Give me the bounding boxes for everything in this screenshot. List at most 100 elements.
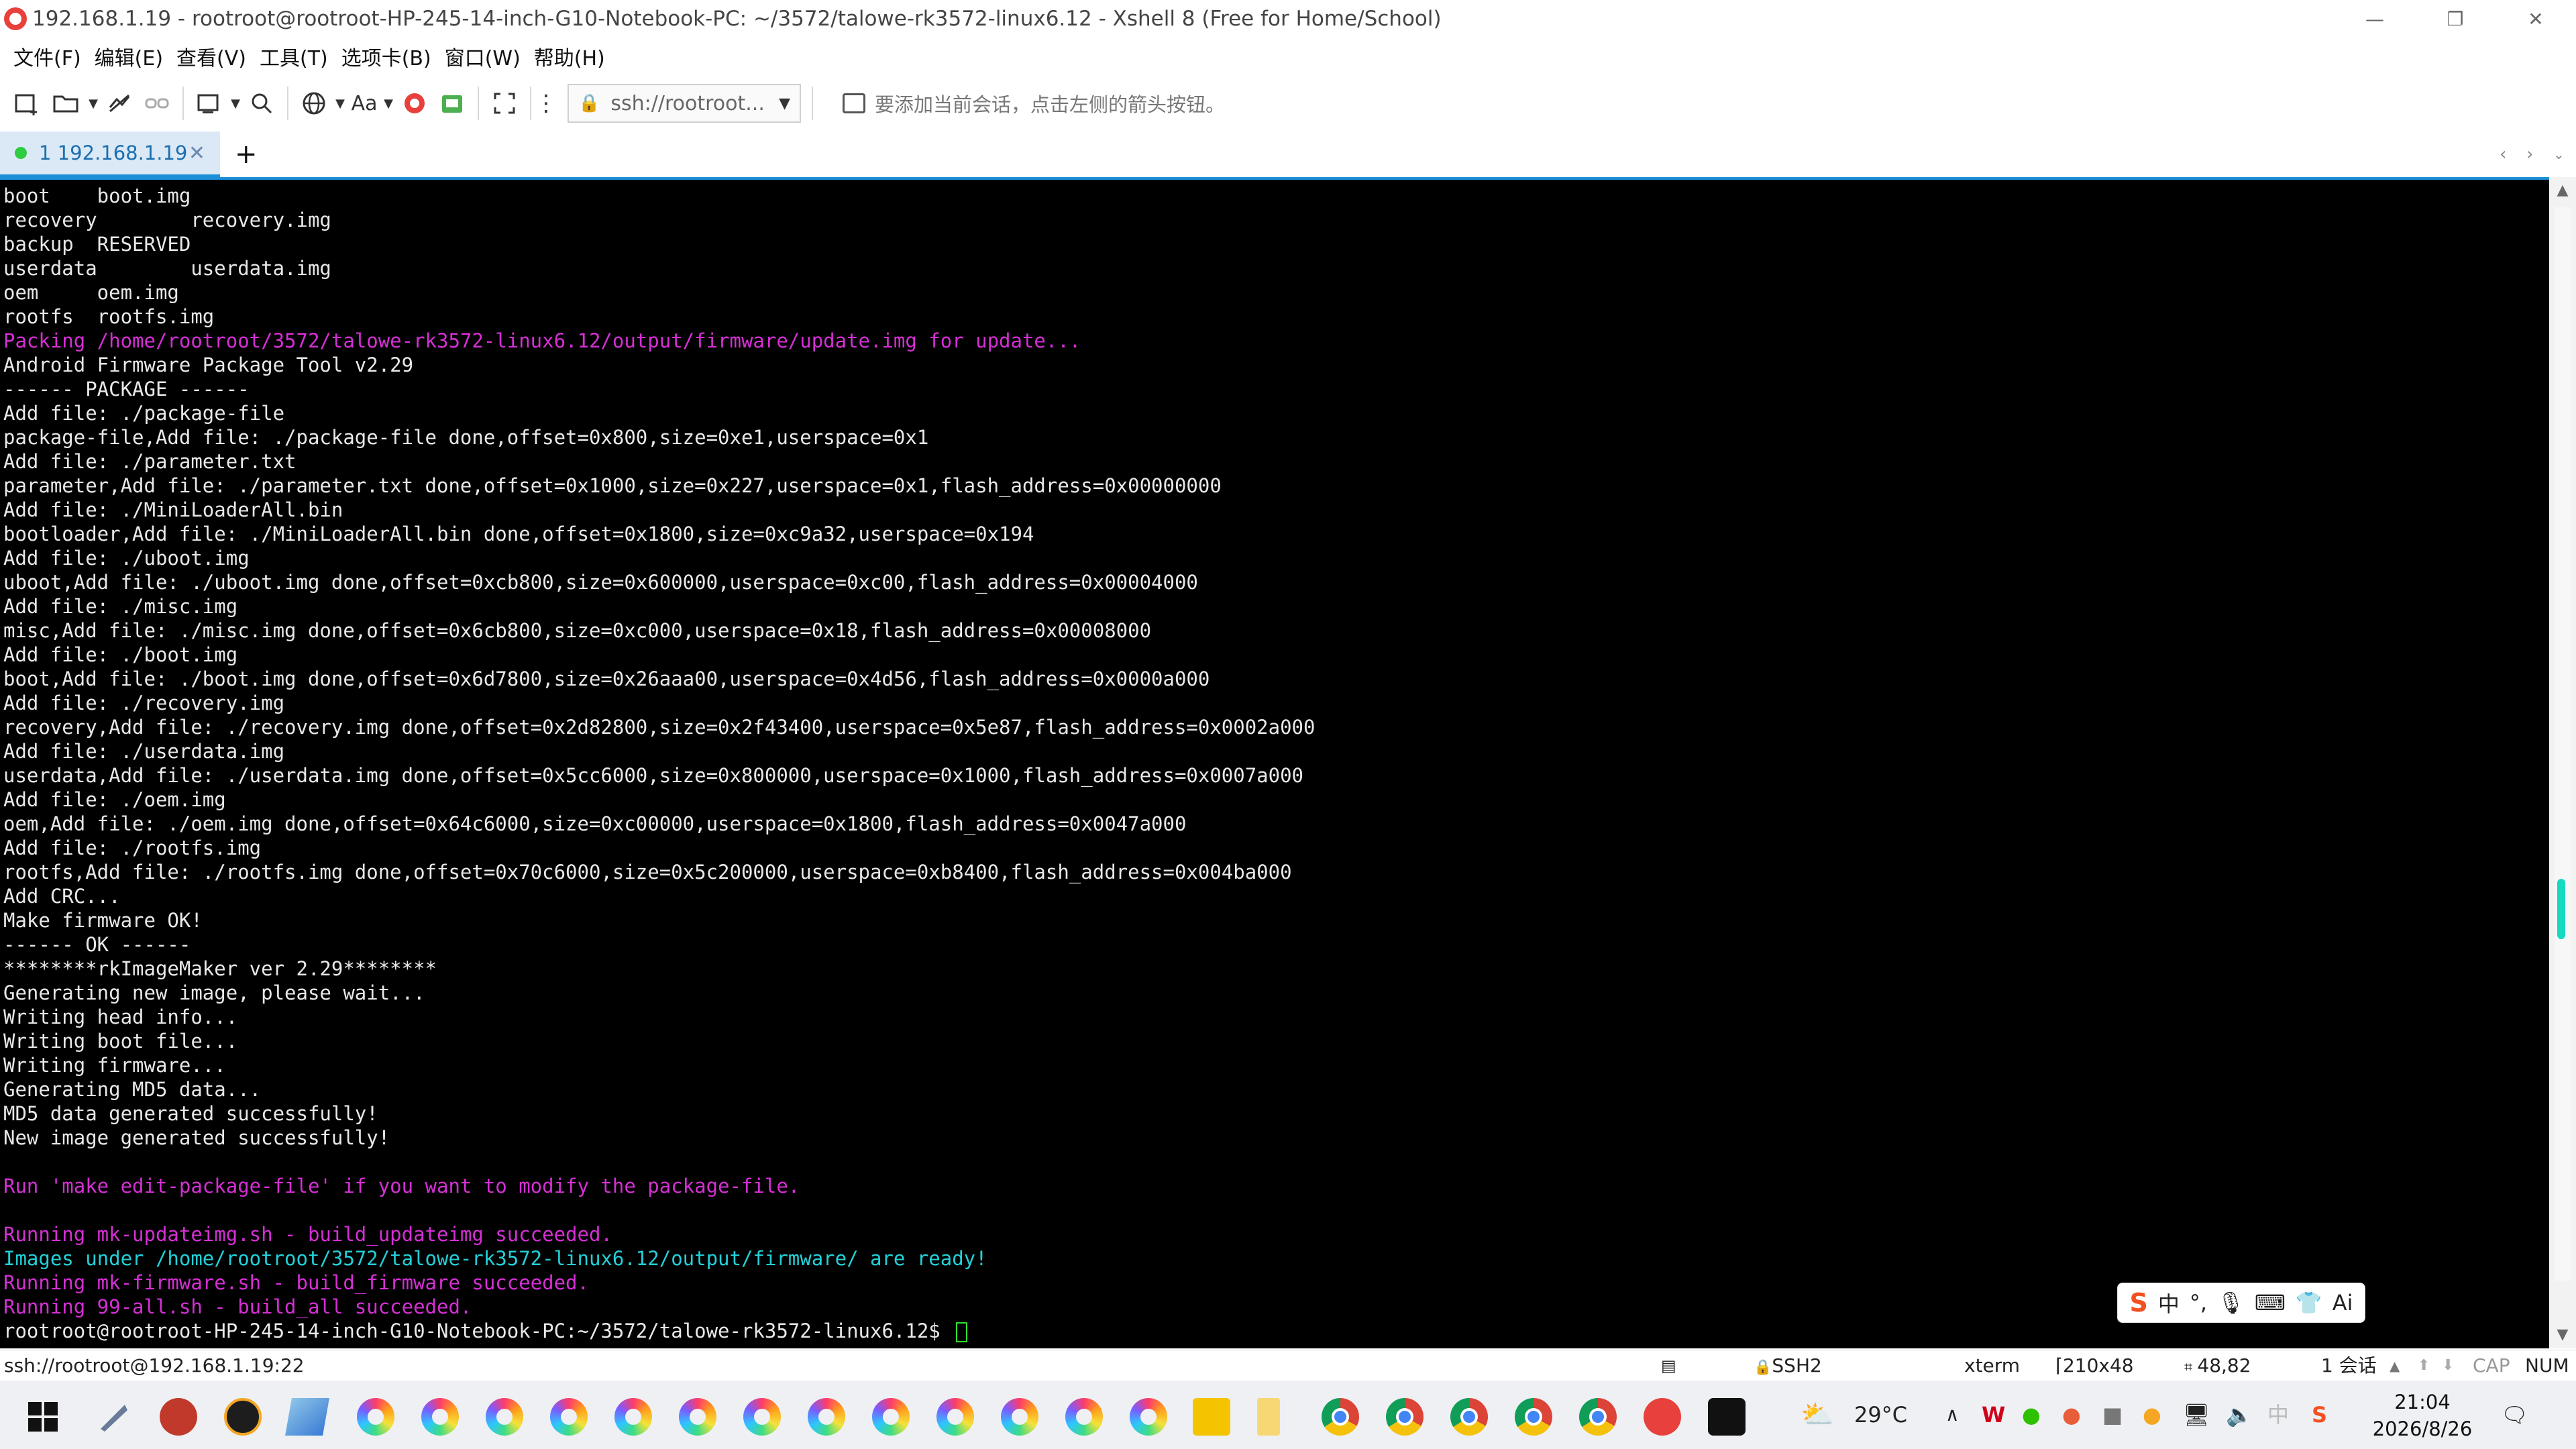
media-player-icon[interactable]	[1193, 1398, 1230, 1436]
menu-window[interactable]: 窗口(W)	[445, 42, 521, 71]
menu-tab[interactable]: 选项卡(B)	[341, 42, 431, 71]
pinned-app-icon[interactable]	[614, 1398, 652, 1436]
volume-icon[interactable]: 🔈	[2226, 1381, 2253, 1449]
wechat-icon[interactable]: ●	[2022, 1381, 2041, 1449]
sogou-tray-icon[interactable]: S	[2312, 1381, 2327, 1449]
wps-icon[interactable]: W	[1982, 1381, 2005, 1449]
tab-list-chevron-icon[interactable]: ⌄	[2553, 131, 2565, 177]
terminal-line: Writing firmware...	[3, 1054, 226, 1077]
tab-session-1[interactable]: 1 192.168.1.19 ✕	[0, 131, 220, 177]
font-button[interactable]: Aa	[347, 83, 381, 123]
log-icon[interactable]: ▤	[1661, 1350, 1676, 1381]
ime-punctuation-toggle[interactable]: °,	[2190, 1290, 2207, 1316]
ue-editor-icon[interactable]	[224, 1398, 262, 1436]
xshell-taskbar-icon[interactable]	[1644, 1398, 1681, 1436]
ai-button[interactable]: Ai	[2332, 1290, 2353, 1316]
chrome-icon[interactable]	[1579, 1398, 1617, 1436]
menu-file[interactable]: 文件(F)	[13, 42, 81, 71]
xftp-icon[interactable]	[396, 83, 433, 123]
scroll-up-arrow-icon[interactable]: ⬆	[2418, 1350, 2430, 1381]
new-window-icon[interactable]	[191, 83, 228, 123]
close-tab-icon[interactable]: ✕	[189, 142, 205, 165]
terminal-line: parameter,Add file: ./parameter.txt done…	[3, 474, 1222, 497]
terminal-line: userdata,Add file: ./userdata.img done,o…	[3, 764, 1304, 787]
pinned-app-icon[interactable]	[743, 1398, 781, 1436]
session-address: ssh://rootroot...	[610, 91, 765, 115]
pinned-app-icon[interactable]	[1065, 1398, 1103, 1436]
terminal-view[interactable]: boot boot.img recovery recovery.img backup…	[0, 177, 2549, 1348]
terminal-line: Add file: ./uboot.img	[3, 547, 250, 570]
chrome-icon[interactable]	[1322, 1398, 1359, 1436]
chrome-icon[interactable]	[1450, 1398, 1488, 1436]
weather-icon[interactable]: ⛅	[1801, 1381, 1834, 1449]
skin-icon[interactable]: 👕	[2296, 1290, 2322, 1316]
keyboard-icon[interactable]: ⌨	[2255, 1290, 2286, 1316]
scrollbar-track[interactable]	[2555, 207, 2571, 1281]
app-icon[interactable]	[160, 1398, 197, 1436]
restore-button[interactable]: ❐	[2415, 0, 2496, 38]
shell-prompt: rootroot@rootroot-HP-245-14-inch-G10-Not…	[3, 1320, 953, 1342]
disconnect-icon[interactable]	[138, 83, 176, 123]
menu-help[interactable]: 帮助(H)	[534, 42, 605, 71]
pinned-app-icon[interactable]	[679, 1398, 716, 1436]
tray-app-icon[interactable]: ●	[2143, 1381, 2161, 1449]
session-address-dropdown[interactable]: 🔒 ssh://rootroot... ▼	[568, 84, 801, 123]
ime-language-toggle[interactable]: 中	[2158, 1287, 2180, 1318]
pinned-app-icon[interactable]	[421, 1398, 459, 1436]
chevron-down-icon[interactable]: ▼	[381, 83, 396, 123]
chevron-down-icon[interactable]: ▼	[228, 83, 243, 123]
pinned-app-icon[interactable]	[808, 1398, 845, 1436]
pinned-app-icon[interactable]	[550, 1398, 588, 1436]
terminal-prompt-line[interactable]: rootroot@rootroot-HP-245-14-inch-G10-Not…	[3, 1319, 1315, 1343]
tray-app-icon[interactable]: ■	[2102, 1381, 2123, 1449]
chevron-up-icon[interactable]: ▲	[2390, 1350, 2400, 1381]
reconnect-icon[interactable]	[101, 83, 138, 123]
open-folder-icon[interactable]	[46, 83, 86, 123]
file-explorer-icon[interactable]	[1257, 1398, 1280, 1436]
scroll-down-arrow-icon[interactable]: ⬇	[2442, 1350, 2454, 1381]
scroll-tabs-left-icon[interactable]: ‹	[2500, 131, 2506, 177]
capcut-icon[interactable]	[1708, 1398, 1746, 1436]
status-sessions[interactable]: 1 会话	[2321, 1350, 2377, 1381]
terminal-scrollbar[interactable]: ▲ ▼	[2549, 177, 2576, 1348]
menu-tools[interactable]: 工具(T)	[260, 42, 328, 71]
pinned-app-icon[interactable]	[486, 1398, 523, 1436]
chevron-down-icon[interactable]: ▼	[779, 95, 790, 112]
system-clock[interactable]: 21:04 2026/8/26	[2365, 1389, 2479, 1442]
pinned-app-icon[interactable]	[1001, 1398, 1038, 1436]
tray-app-icon[interactable]: ●	[2062, 1381, 2081, 1449]
pinned-app-icon[interactable]	[872, 1398, 910, 1436]
add-session-icon[interactable]	[843, 93, 865, 113]
start-menu-icon[interactable]	[24, 1398, 62, 1436]
input-method-indicator[interactable]: 中	[2267, 1381, 2289, 1449]
menu-edit[interactable]: 编辑(E)	[95, 42, 163, 71]
chrome-icon[interactable]	[1515, 1398, 1552, 1436]
pinned-app-icon[interactable]	[1130, 1398, 1167, 1436]
chrome-icon[interactable]	[1386, 1398, 1424, 1436]
weather-temperature[interactable]: 29°C	[1854, 1381, 1907, 1449]
more-options-icon[interactable]: ⋮	[535, 83, 557, 123]
minimize-button[interactable]: —	[2334, 0, 2415, 38]
pinned-app-icon[interactable]	[357, 1398, 394, 1436]
scroll-down-icon[interactable]: ▼	[2549, 1322, 2576, 1348]
add-tab-button[interactable]: +	[235, 131, 258, 177]
show-hidden-icons-chevron-icon[interactable]: ∧	[1945, 1381, 1960, 1449]
scroll-tabs-right-icon[interactable]: ›	[2526, 131, 2533, 177]
sogou-logo-icon[interactable]: S	[2130, 1288, 2148, 1318]
close-button[interactable]: ✕	[2496, 0, 2576, 38]
find-icon[interactable]	[243, 83, 280, 123]
transfer-icon[interactable]	[433, 83, 471, 123]
app-icon[interactable]	[95, 1398, 133, 1436]
app-icon[interactable]	[285, 1398, 329, 1436]
chevron-down-icon[interactable]: ▼	[86, 83, 101, 123]
new-session-icon[interactable]	[8, 83, 46, 123]
fullscreen-icon[interactable]	[486, 83, 523, 123]
globe-icon[interactable]	[295, 83, 333, 123]
notification-center-icon[interactable]: 🗨	[2501, 1381, 2528, 1449]
chevron-down-icon[interactable]: ▼	[333, 83, 347, 123]
pinned-app-icon[interactable]	[936, 1398, 974, 1436]
network-icon[interactable]: 🖥	[2183, 1381, 2210, 1449]
menu-view[interactable]: 查看(V)	[176, 42, 246, 71]
scroll-up-icon[interactable]: ▲	[2549, 177, 2576, 204]
microphone-icon[interactable]: 🎙	[2217, 1290, 2245, 1316]
